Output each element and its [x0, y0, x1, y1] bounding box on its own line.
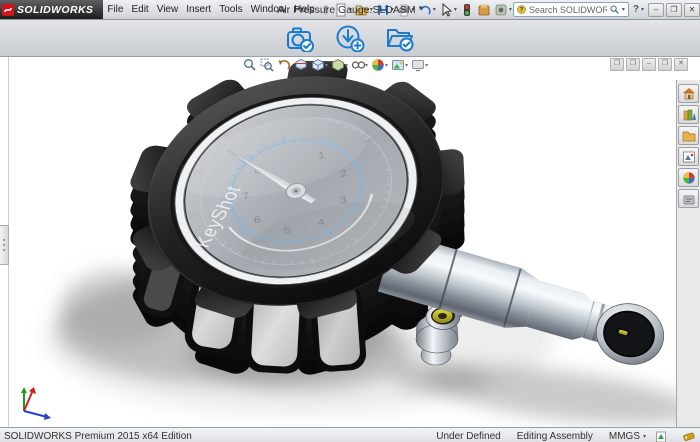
- featuremanager-splitter[interactable]: [0, 57, 9, 427]
- document-close-button[interactable]: ✕: [674, 58, 688, 71]
- keyshot-toolbar: [0, 20, 700, 57]
- view-settings-button[interactable]: ▾: [411, 58, 428, 72]
- menu-edit[interactable]: Edit: [127, 2, 152, 17]
- custom-properties-icon: [682, 192, 696, 206]
- restore-button[interactable]: ❐: [666, 3, 682, 17]
- minimize-button[interactable]: –: [648, 3, 664, 17]
- units-dropdown-icon[interactable]: ▾: [643, 433, 646, 440]
- brand-text: SOLIDWORKS: [17, 4, 93, 16]
- graphics-area: ▾▾▾▾▾▾ ❐❐‒❐✕: [0, 57, 700, 427]
- zoom-to-area-icon: [260, 58, 274, 72]
- previous-view-icon: [277, 58, 291, 72]
- file-properties-icon: [477, 3, 491, 17]
- search-icon[interactable]: [610, 5, 619, 14]
- taskpane-tab-design-library[interactable]: [678, 105, 699, 124]
- close-button[interactable]: ✕: [684, 3, 700, 17]
- options-icon: [494, 3, 508, 17]
- rebuild-button[interactable]: [459, 2, 475, 18]
- search-box[interactable]: ? Search SOLIDWORKS Help ▾: [513, 2, 629, 17]
- undo-dropdown-icon[interactable]: ▾: [433, 6, 436, 13]
- status-bar: SOLIDWORKS Premium 2015 x64 Edition Unde…: [0, 427, 700, 442]
- reference-triad: [21, 387, 51, 420]
- edit-appearance-dropdown-icon[interactable]: ▾: [385, 62, 388, 69]
- document-cascade-button[interactable]: ❐: [610, 58, 624, 71]
- document-window-controls: ❐❐‒❐✕: [610, 58, 688, 71]
- taskpane-tab-custom-properties[interactable]: [678, 189, 699, 208]
- window-controls: – ❐ ✕: [648, 3, 700, 17]
- solidworks-logo: SOLIDWORKS: [0, 0, 103, 19]
- menu-insert[interactable]: Insert: [182, 2, 215, 17]
- svg-text:?: ?: [520, 8, 524, 14]
- select-icon: [439, 3, 453, 17]
- design-library-icon: [682, 108, 696, 122]
- document-minimize-button[interactable]: ‒: [642, 58, 656, 71]
- view-orientation-button[interactable]: ▾: [311, 58, 328, 72]
- apply-scene-button[interactable]: ▾: [391, 58, 408, 72]
- view-settings-icon: [411, 58, 425, 72]
- editing-mode[interactable]: Editing Assembly: [517, 431, 593, 442]
- document-title: Air Pressure Gauge.SLDASM *: [277, 4, 422, 16]
- document-tile-button[interactable]: ❐: [626, 58, 640, 71]
- featuremanager-collapsed-tab[interactable]: [0, 225, 9, 265]
- headsup-view-toolbar: ▾ ▾ ▾ ▾ ▾ ▾: [243, 58, 428, 72]
- solidworks-resources-icon: [682, 87, 696, 101]
- section-view-button[interactable]: [294, 58, 308, 72]
- document-restore-button[interactable]: ❐: [658, 58, 672, 71]
- view-settings-dropdown-icon[interactable]: ▾: [425, 62, 428, 69]
- options-button[interactable]: ▾: [493, 2, 513, 18]
- search-input[interactable]: Search SOLIDWORKS Help: [529, 5, 607, 15]
- view-orientation-dropdown-icon[interactable]: ▾: [325, 62, 328, 69]
- display-style-dropdown-icon[interactable]: ▾: [345, 62, 348, 69]
- file-explorer-icon: [682, 129, 696, 143]
- tag-icon[interactable]: [683, 431, 696, 442]
- zoom-to-fit-button[interactable]: [243, 58, 257, 72]
- hide-show-items-button[interactable]: ▾: [351, 58, 368, 72]
- display-style-icon: [331, 58, 345, 72]
- dassault-logo-icon: [2, 4, 14, 16]
- keyshot-add-to-queue-button[interactable]: [335, 24, 365, 52]
- section-view-icon: [294, 58, 308, 72]
- hide-show-items-icon: [351, 58, 365, 72]
- zoom-to-fit-icon: [243, 58, 257, 72]
- taskpane-tab-appearances-scenes[interactable]: [678, 168, 699, 187]
- apply-scene-dropdown-icon[interactable]: ▾: [405, 62, 408, 69]
- unit-system[interactable]: MMGS: [609, 431, 640, 442]
- taskpane-tab-file-explorer[interactable]: [678, 126, 699, 145]
- previous-view-button[interactable]: [277, 58, 291, 72]
- help-button[interactable]: ?▾: [633, 4, 644, 15]
- edition-text: SOLIDWORKS Premium 2015 x64 Edition: [4, 431, 192, 442]
- apply-scene-icon: [391, 58, 405, 72]
- taskpane-tab-solidworks-resources[interactable]: [678, 84, 699, 103]
- task-pane: [676, 80, 700, 427]
- file-properties-button[interactable]: [476, 2, 492, 18]
- graphics-viewport-3d-model[interactable]: 101520253035404550 12345678 KeyShot: [0, 57, 700, 427]
- constraint-state: Under Defined: [436, 431, 500, 442]
- select-button[interactable]: ▾: [438, 2, 458, 18]
- appearances-scenes-icon: [682, 171, 696, 185]
- keyshot-render-button[interactable]: [285, 24, 315, 52]
- sheet-status-icon[interactable]: [655, 431, 667, 442]
- zoom-to-area-button[interactable]: [260, 58, 274, 72]
- view-palette-icon: [682, 150, 696, 164]
- menu-view[interactable]: View: [153, 2, 183, 17]
- taskpane-tab-view-palette[interactable]: [678, 147, 699, 166]
- options-dropdown-icon[interactable]: ▾: [509, 6, 512, 13]
- rebuild-icon: [460, 3, 474, 17]
- search-help-icon: ?: [517, 5, 526, 14]
- view-orientation-icon: [311, 58, 325, 72]
- keyshot-open-scene-button[interactable]: [385, 24, 415, 52]
- select-dropdown-icon[interactable]: ▾: [454, 6, 457, 13]
- hide-show-items-dropdown-icon[interactable]: ▾: [365, 62, 368, 69]
- title-bar: SOLIDWORKS File Edit View Insert Tools W…: [0, 0, 700, 20]
- solidworks-window: SOLIDWORKS File Edit View Insert Tools W…: [0, 0, 700, 442]
- menu-tools[interactable]: Tools: [215, 2, 246, 17]
- menu-file[interactable]: File: [103, 2, 127, 17]
- edit-appearance-button[interactable]: ▾: [371, 58, 388, 72]
- edit-appearance-icon: [371, 58, 385, 72]
- display-style-button[interactable]: ▾: [331, 58, 348, 72]
- search-dropdown-icon[interactable]: ▾: [622, 6, 625, 13]
